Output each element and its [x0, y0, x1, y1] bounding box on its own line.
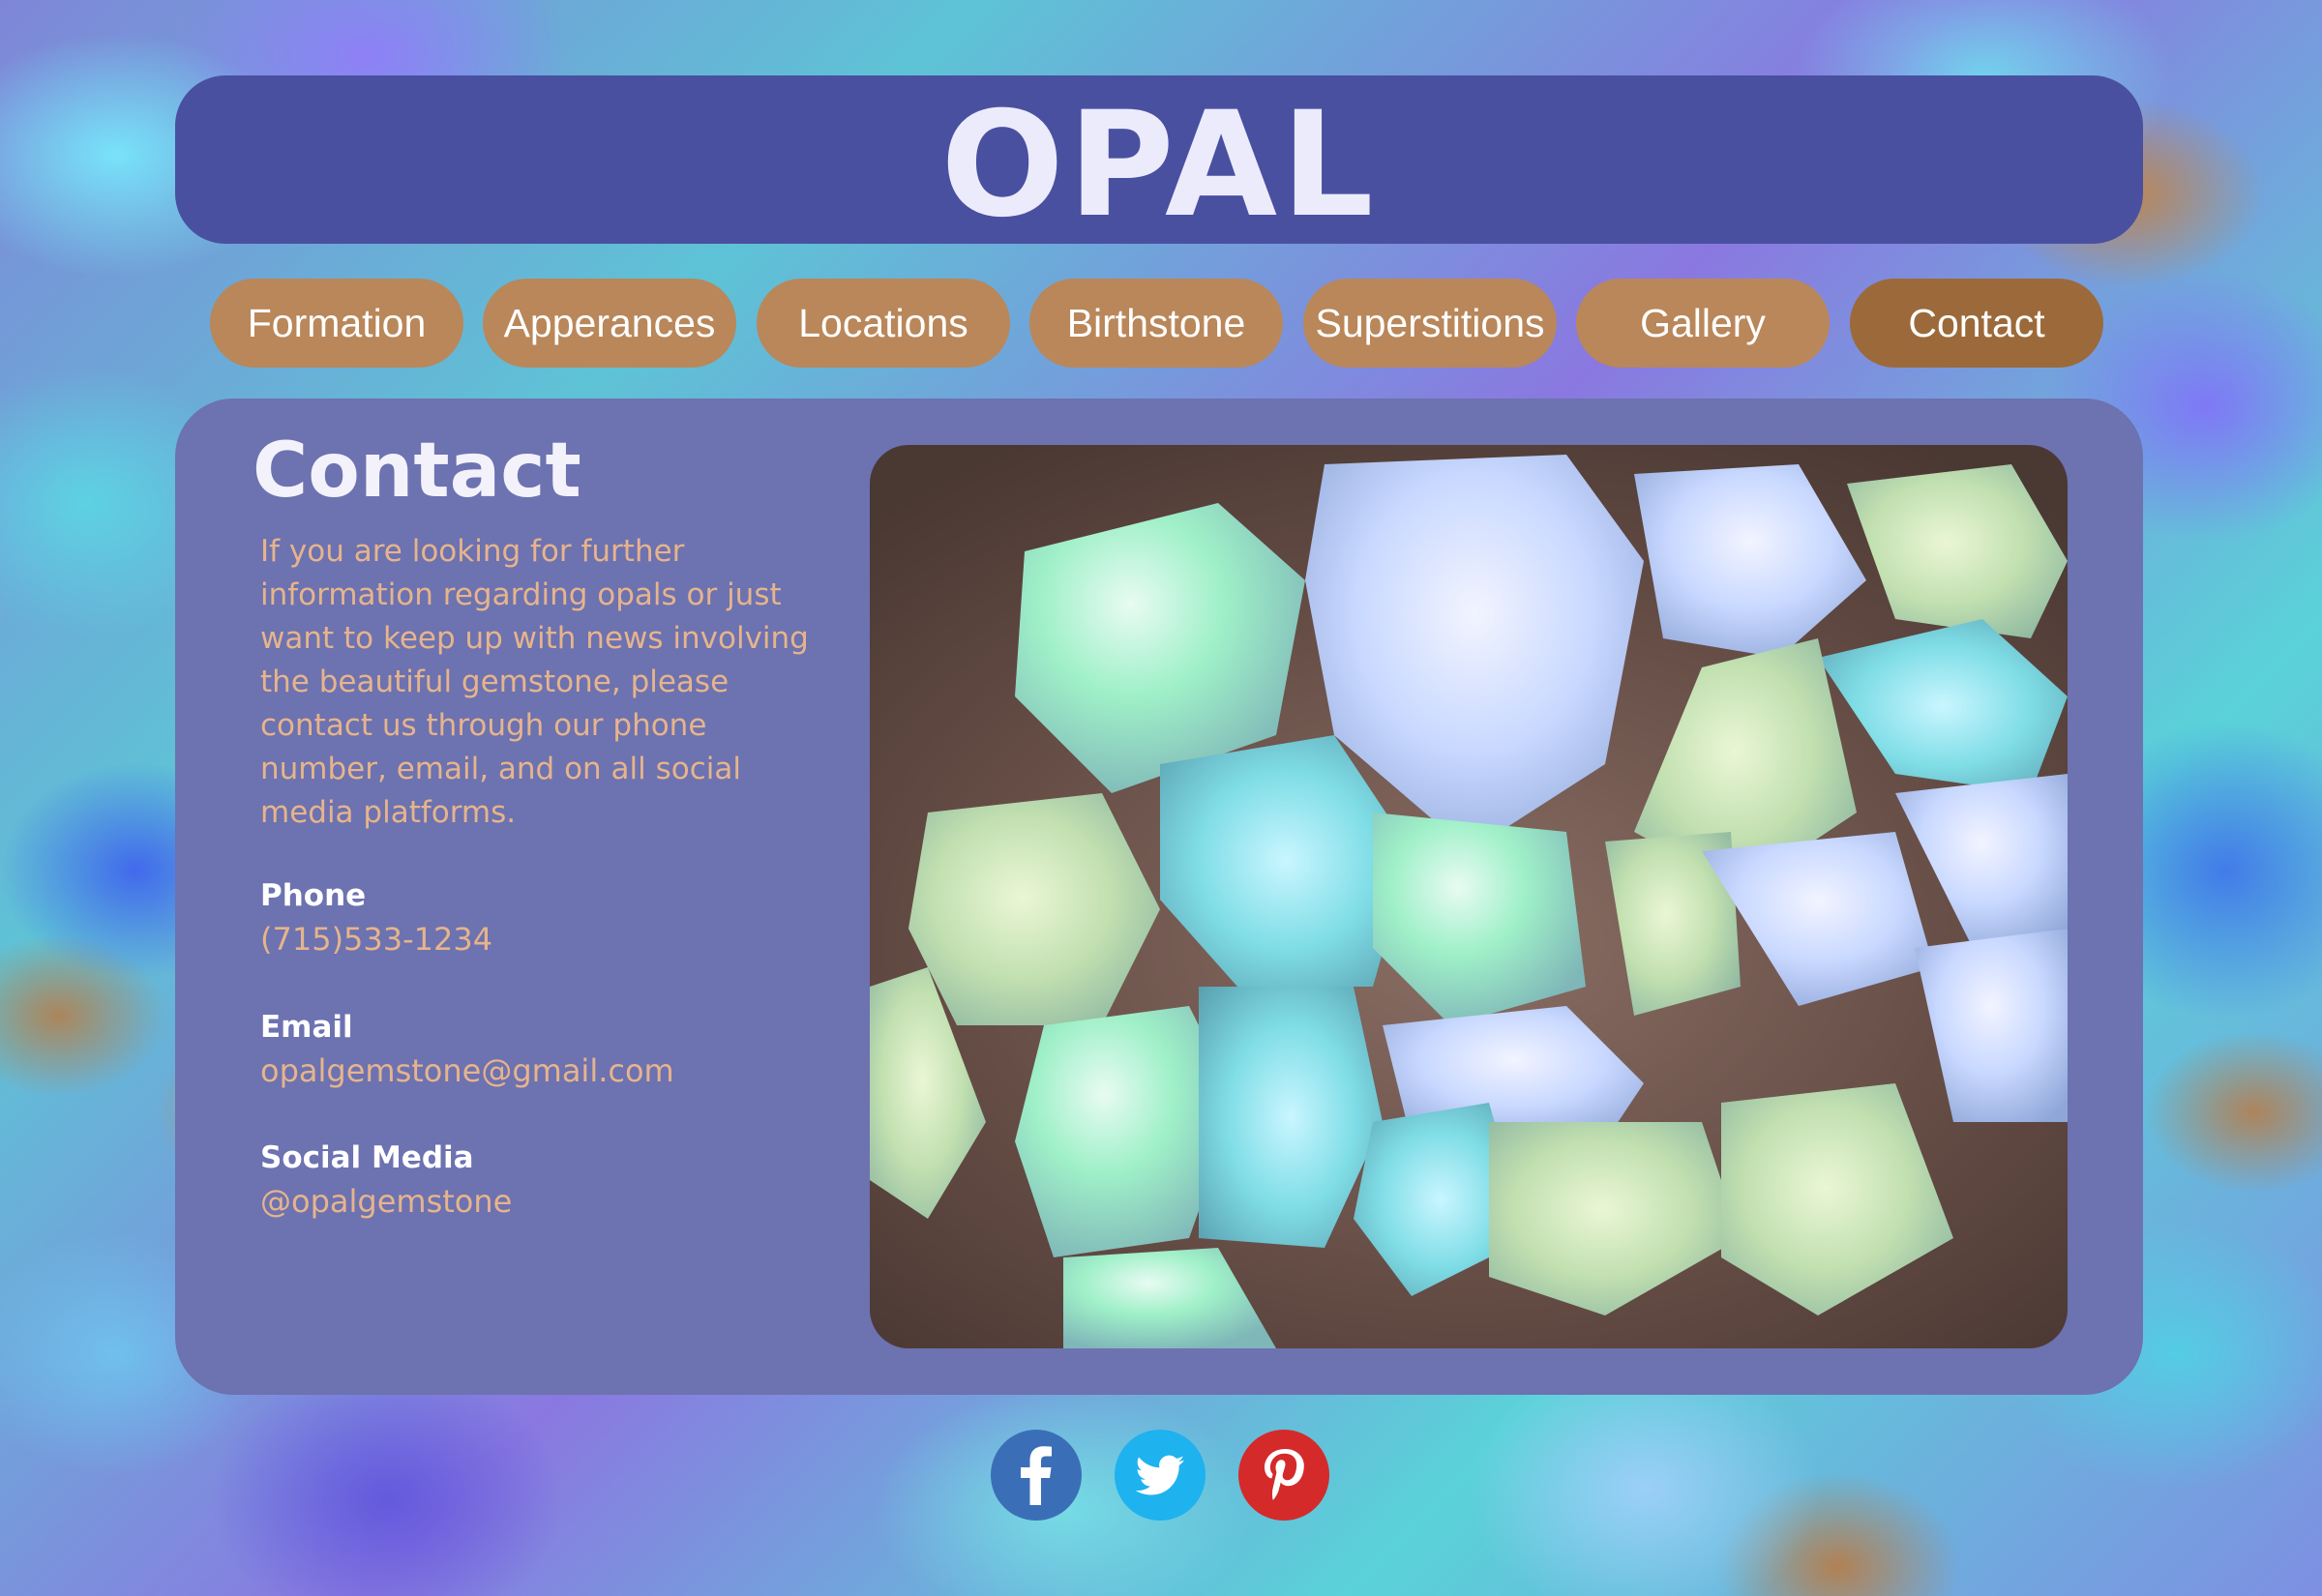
nav-item-contact[interactable]: Contact — [1850, 279, 2103, 368]
contact-heading: Contact — [253, 428, 581, 515]
email-value[interactable]: opalgemstone@gmail.com — [260, 1052, 674, 1089]
contact-panel: Contact If you are looking for further i… — [175, 399, 2143, 1395]
nav-item-locations[interactable]: Locations — [757, 279, 1010, 368]
nav-item-gallery[interactable]: Gallery — [1576, 279, 1830, 368]
opal-stones-illustration — [870, 455, 2068, 1348]
nav-item-formation[interactable]: Formation — [210, 279, 463, 368]
site-header: OPAL — [175, 75, 2143, 244]
nav-item-superstitions[interactable]: Superstitions — [1303, 279, 1557, 368]
contact-intro: If you are looking for further informati… — [260, 534, 809, 830]
social-media-label: Social Media — [260, 1140, 474, 1175]
nav-item-birthstone[interactable]: Birthstone — [1029, 279, 1283, 368]
pinterest-icon[interactable] — [1238, 1430, 1329, 1521]
site-title: OPAL — [940, 81, 1378, 250]
twitter-icon[interactable] — [1115, 1430, 1206, 1521]
phone-value[interactable]: (715)533-1234 — [260, 921, 492, 958]
social-media-handle[interactable]: @opalgemstone — [260, 1183, 512, 1220]
phone-label: Phone — [260, 878, 367, 913]
opal-photo — [870, 445, 2068, 1348]
facebook-icon[interactable] — [991, 1430, 1082, 1521]
nav-item-apperances[interactable]: Apperances — [483, 279, 736, 368]
email-label: Email — [260, 1010, 353, 1045]
